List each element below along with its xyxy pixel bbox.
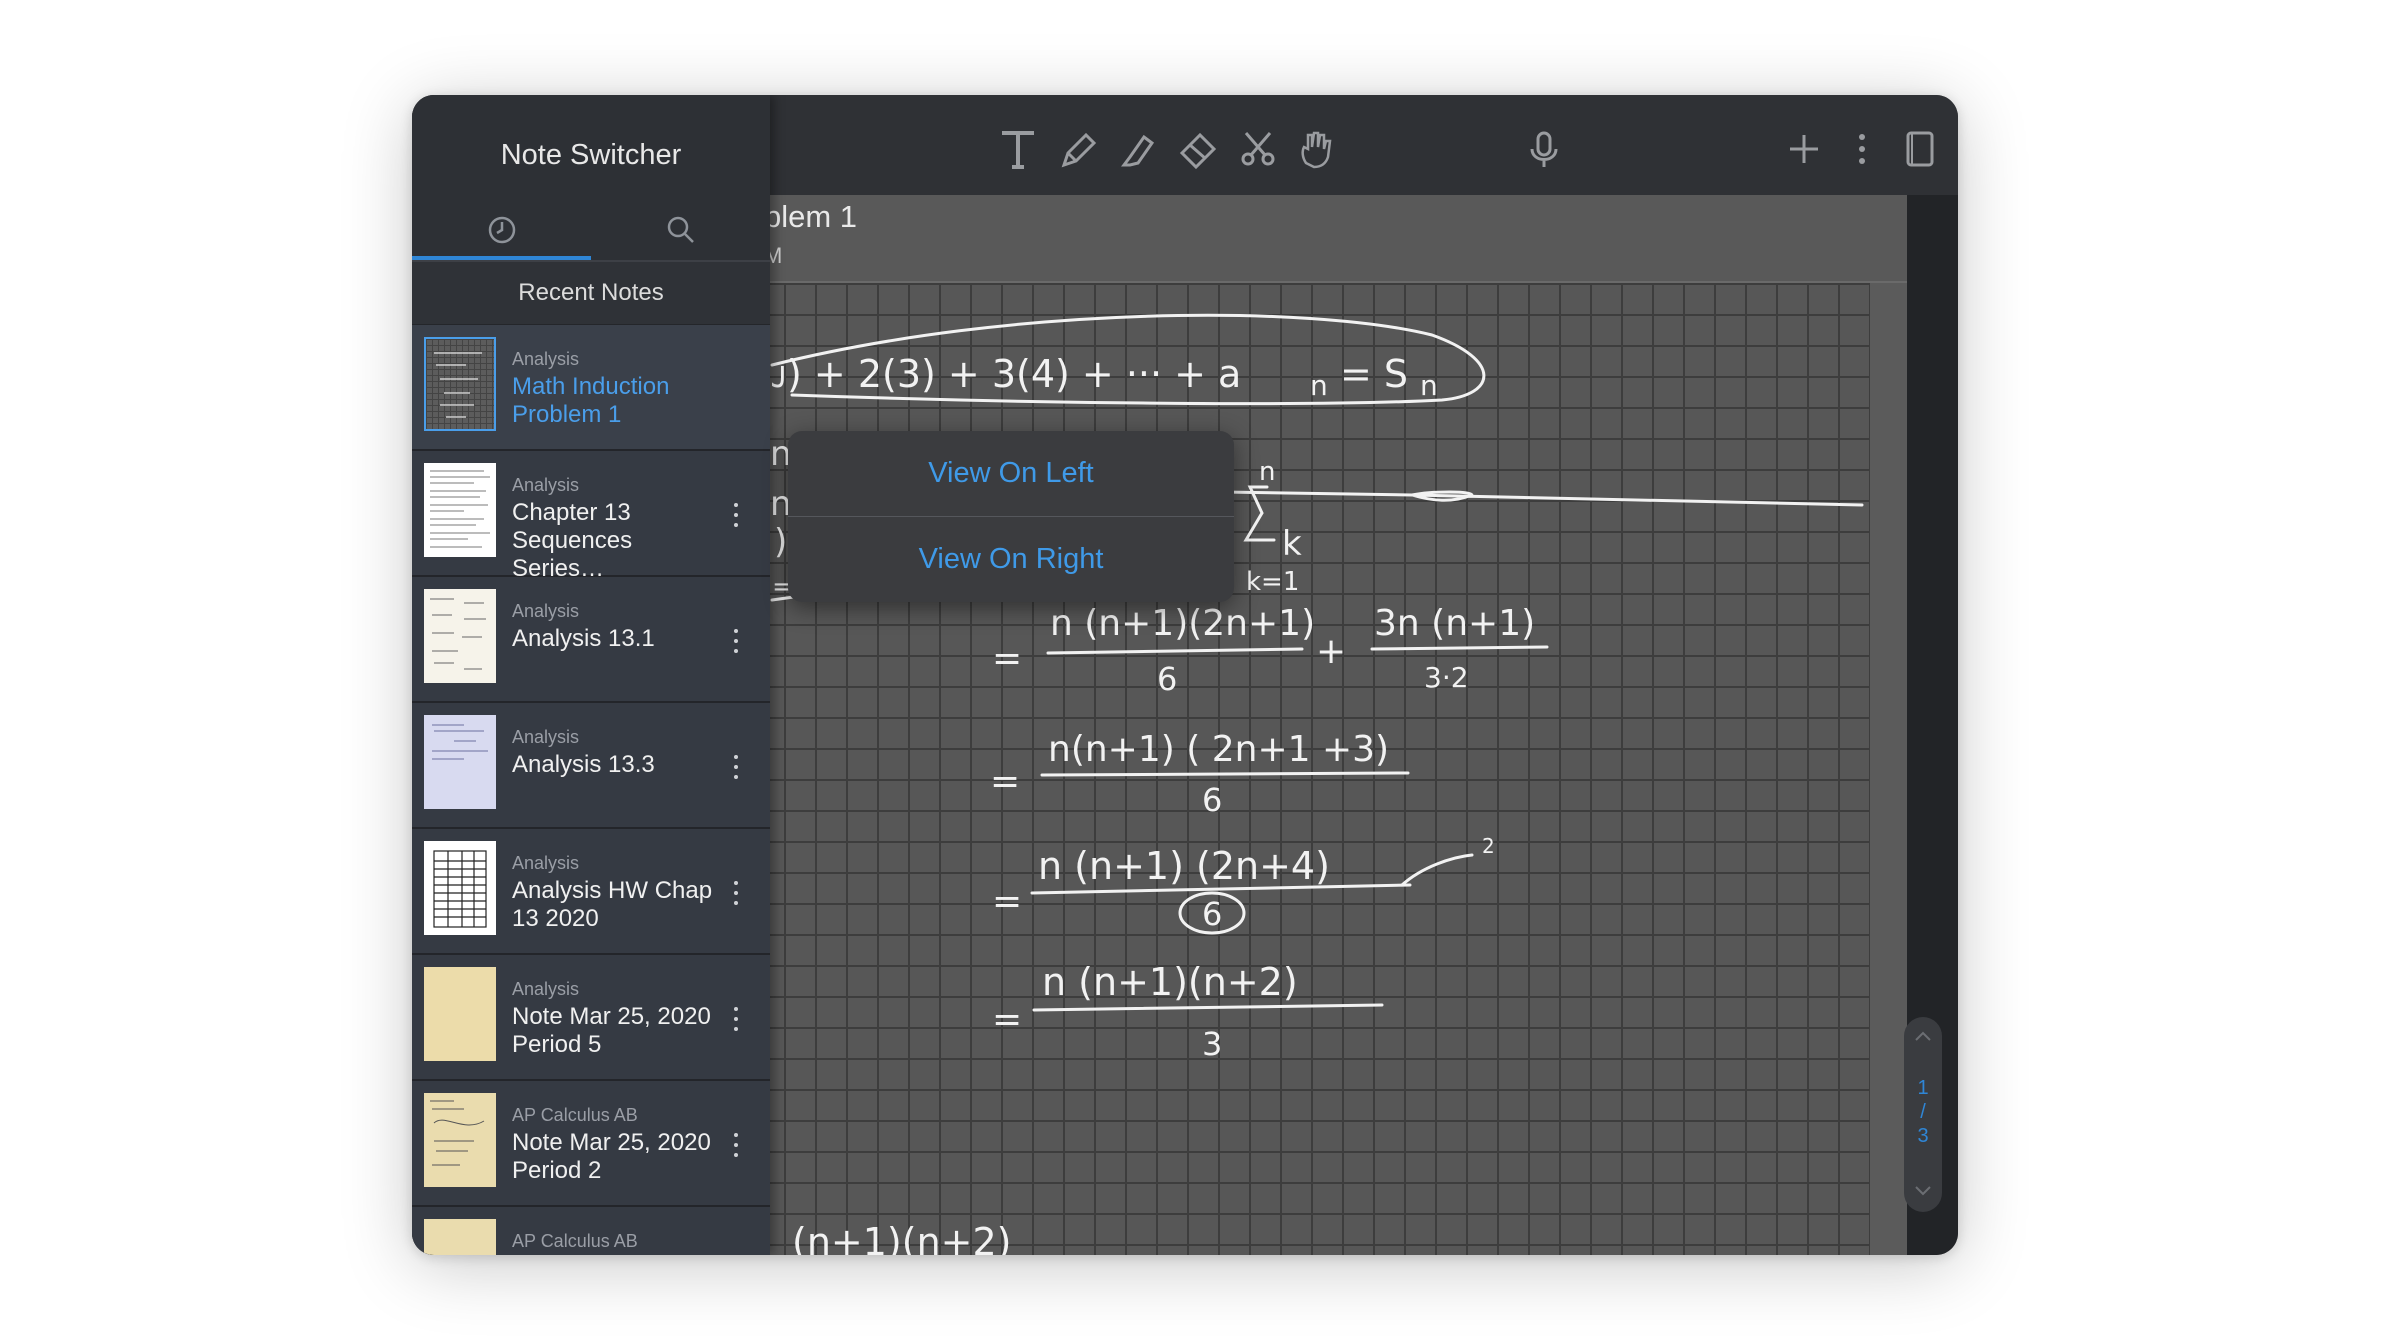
note-thumbnail: [424, 589, 496, 683]
note-thumbnail: [424, 715, 496, 809]
note-category: AP Calculus AB: [512, 1231, 638, 1251]
svg-text:= S: = S: [1340, 352, 1408, 396]
note-title: Analysis 13.3: [512, 751, 655, 778]
svg-text:6: 6: [1202, 895, 1222, 933]
svg-text:n (n+1) (2n+4): n (n+1) (2n+4): [1038, 844, 1330, 888]
hand-icon[interactable]: [1292, 125, 1340, 173]
svg-text:n: n: [1420, 369, 1438, 402]
pen-icon[interactable]: [1054, 125, 1102, 173]
more-options-icon[interactable]: [730, 629, 742, 655]
chevron-down-icon[interactable]: [1913, 1180, 1933, 1200]
more-options-icon[interactable]: [730, 881, 742, 907]
microphone-icon[interactable]: [1520, 125, 1568, 173]
total-pages: 3: [1917, 1125, 1929, 1147]
note-title: Note Mar 25, 2020 Period 2: [512, 1129, 711, 1184]
svg-text:=: =: [992, 638, 1022, 679]
svg-text:3n (n+1): 3n (n+1): [1374, 603, 1535, 644]
note-category: Analysis: [512, 475, 580, 495]
note-category: Analysis: [512, 601, 580, 621]
svg-text:k=1: k=1: [1246, 567, 1299, 597]
list-item[interactable]: Analysis Note Mar 25, 2020 Period 5: [412, 955, 770, 1081]
svg-text:n(n+1) ( 2n+1 +3): n(n+1) ( 2n+1 +3): [1048, 729, 1389, 770]
more-options-icon[interactable]: [730, 1133, 742, 1159]
highlighter-icon[interactable]: [1114, 125, 1162, 173]
page-separator: /: [1920, 1101, 1926, 1123]
svg-text:3·2: 3·2: [1424, 661, 1469, 694]
view-on-right-button[interactable]: View On Right: [788, 517, 1234, 602]
note-thumbnail: [424, 337, 496, 431]
svg-text:2: 2: [1482, 834, 1495, 858]
view-side-popup: View On Left View On Right: [788, 431, 1234, 602]
search-icon: [667, 216, 694, 243]
note-category: Analysis: [512, 979, 580, 999]
note-thumbnail: [424, 841, 496, 935]
section-header: Recent Notes: [412, 262, 770, 326]
svg-text:6: 6: [1157, 660, 1177, 698]
chevron-up-icon[interactable]: [1913, 1027, 1933, 1047]
app-window: blem 1 M ᴊ) + 2(3) + 3(4) + ··· + a n = …: [412, 95, 1958, 1255]
svg-text:+: +: [1316, 631, 1346, 672]
more-options-icon[interactable]: [730, 1007, 742, 1033]
view-on-left-button[interactable]: View On Left: [788, 431, 1234, 516]
note-switcher-panel: Note Switcher Recent Notes Analysis Math…: [412, 95, 770, 1255]
more-icon[interactable]: [1838, 125, 1886, 173]
svg-text:n: n: [1310, 369, 1328, 402]
more-options-icon[interactable]: [730, 503, 742, 529]
svg-text:3: 3: [1202, 1025, 1222, 1063]
list-item[interactable]: Analysis Chapter 13 Sequences Series…: [412, 451, 770, 582]
note-category: Analysis: [512, 853, 580, 873]
note-thumbnail: [424, 1093, 496, 1187]
panel-title: Note Switcher: [500, 139, 682, 171]
list-item[interactable]: AP Calculus AB Note Mar 25, 2020 Period …: [412, 1081, 770, 1207]
list-item[interactable]: Analysis Analysis 13.3: [412, 703, 770, 829]
more-options-icon[interactable]: [730, 755, 742, 781]
current-page: 1: [1917, 1077, 1929, 1099]
svg-text:ᴊ) + 2(3) + 3(4) + ··· + a: ᴊ) + 2(3) + 3(4) + ··· + a: [772, 352, 1241, 396]
note-title: Note Mar 25, 2020 Period 5: [512, 1003, 711, 1058]
note-thumbnail: [424, 463, 496, 557]
page-scroller[interactable]: 1 / 3: [1904, 1017, 1942, 1212]
page-view-icon[interactable]: [1896, 125, 1944, 173]
note-title: Chapter 13 Sequences Series…: [512, 499, 633, 582]
svg-text:n (n+1)(2n+1): n (n+1)(2n+1): [1050, 603, 1315, 644]
note-category: Analysis: [512, 349, 580, 369]
svg-text:=: =: [992, 999, 1022, 1040]
text-tool-icon[interactable]: [994, 125, 1042, 173]
svg-text:=: =: [992, 881, 1022, 922]
lasso-scissors-icon[interactable]: [1234, 125, 1282, 173]
tab-search[interactable]: [591, 205, 770, 255]
list-item[interactable]: AP Calculus AB: [412, 1207, 770, 1255]
note-title: Analysis 13.1: [512, 625, 655, 652]
svg-text:=: =: [990, 761, 1020, 802]
add-icon[interactable]: [1780, 125, 1828, 173]
list-item[interactable]: Analysis Math Induction Problem 1: [412, 325, 770, 451]
note-category: Analysis: [512, 727, 580, 747]
svg-text:n: n: [1259, 457, 1275, 487]
list-item[interactable]: Analysis Analysis 13.1: [412, 577, 770, 703]
tab-recent[interactable]: [412, 205, 591, 255]
svg-text:6: 6: [1202, 781, 1222, 819]
svg-text:(n+1)(n+2): (n+1)(n+2): [792, 1220, 1012, 1255]
note-thumbnail: [424, 1219, 496, 1255]
svg-text:k: k: [1282, 524, 1302, 564]
note-category: AP Calculus AB: [512, 1105, 638, 1125]
note-title: Math Induction Problem 1: [512, 373, 670, 428]
note-title: Analysis HW Chap 13 2020: [512, 877, 713, 932]
eraser-icon[interactable]: [1174, 125, 1222, 173]
svg-text:n (n+1)(n+2): n (n+1)(n+2): [1042, 960, 1298, 1004]
clock-icon: [488, 216, 515, 244]
list-item[interactable]: Analysis Analysis HW Chap 13 2020: [412, 829, 770, 955]
note-thumbnail: [424, 967, 496, 1061]
